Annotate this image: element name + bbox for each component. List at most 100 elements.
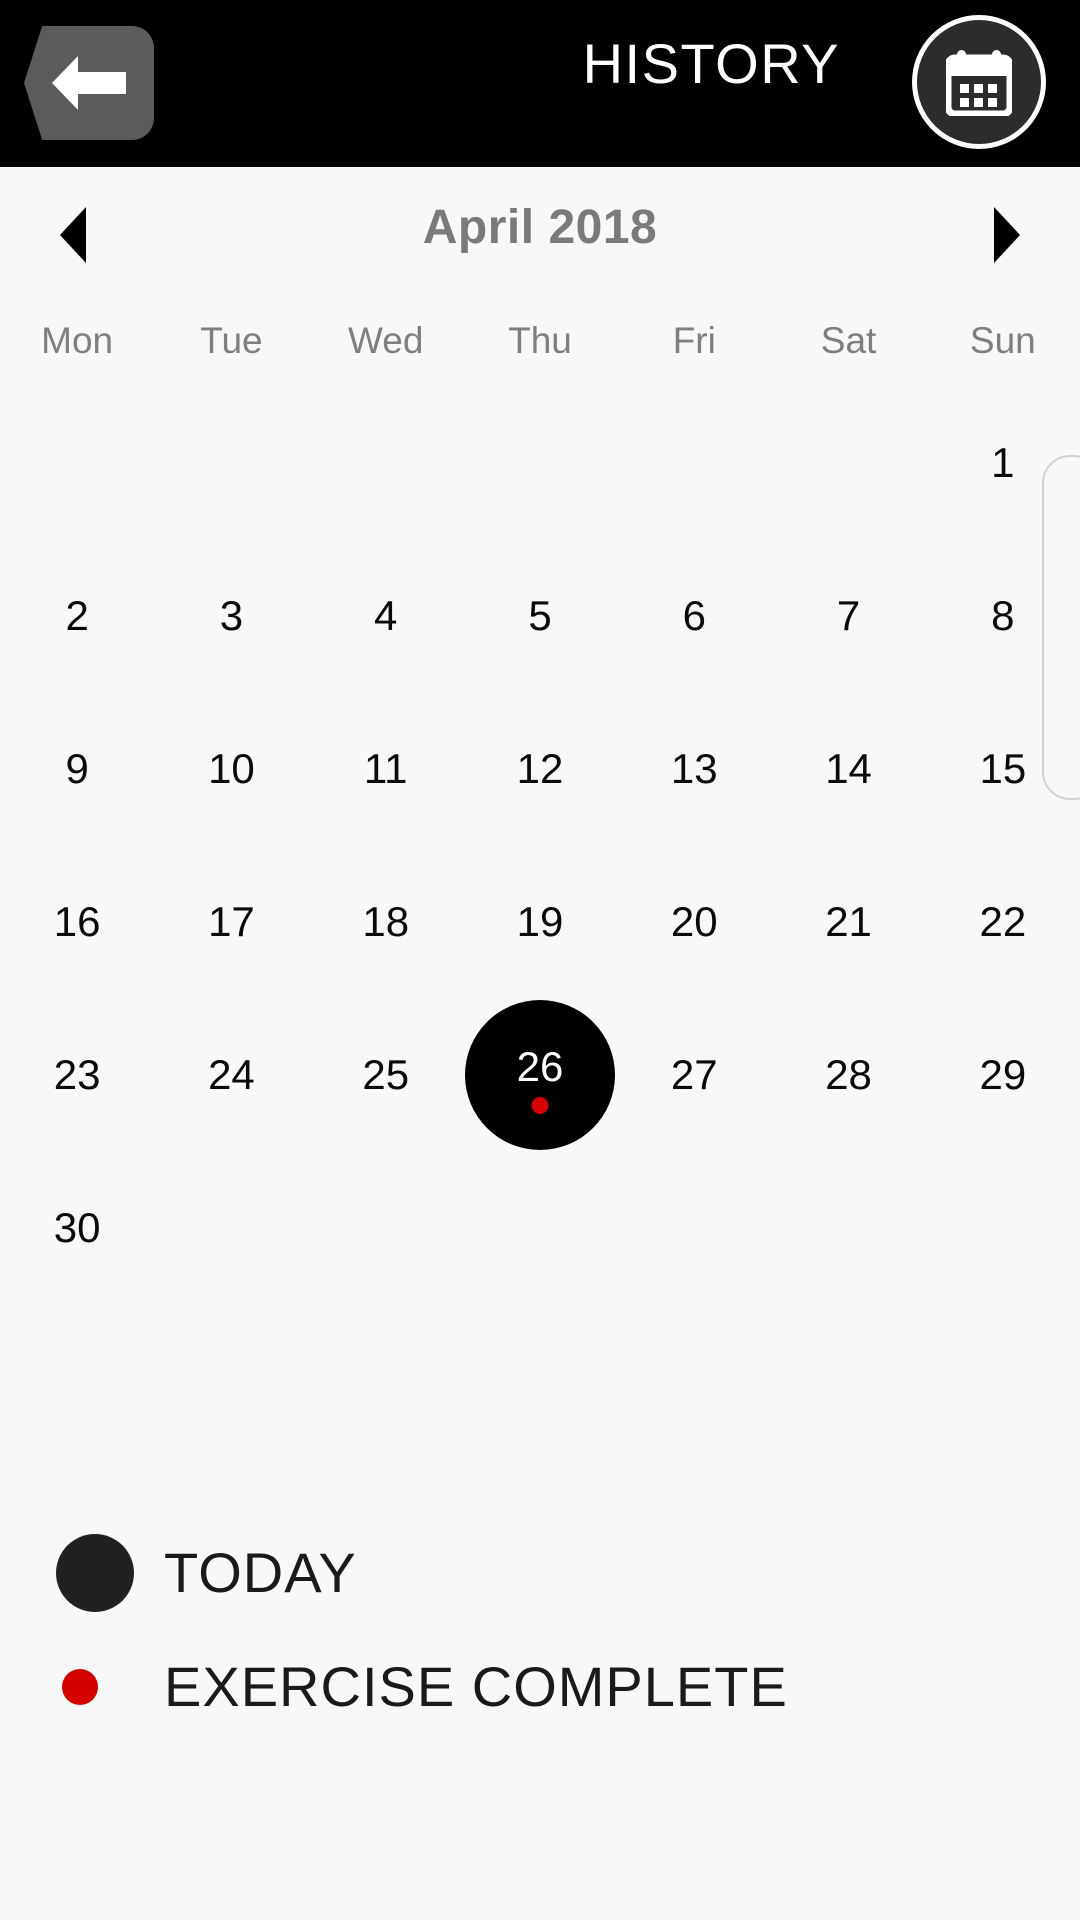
- weekday-label: Fri: [672, 320, 716, 361]
- day-number: 2: [65, 591, 89, 639]
- calendar-day[interactable]: 28: [771, 998, 925, 1151]
- calendar-week-row: 23 24 25 26 27 28 29: [0, 998, 1080, 1151]
- calendar-day[interactable]: 6: [617, 539, 771, 692]
- legend-label: TODAY: [164, 1541, 357, 1604]
- calendar-day[interactable]: 11: [309, 692, 463, 845]
- today-dot-icon: [56, 1534, 134, 1612]
- calendar-week-row: 2 3 4 5 6 7 8: [0, 539, 1080, 692]
- app-header: HISTORY: [0, 0, 1080, 167]
- next-month-button[interactable]: [970, 198, 1044, 272]
- day-number: 12: [516, 744, 564, 792]
- legend-item: EXERCISE COMPLETE: [0, 1630, 1080, 1744]
- weekday-label: Mon: [41, 320, 114, 361]
- day-number: 1: [991, 438, 1015, 486]
- day-number: 18: [362, 897, 410, 945]
- calendar-day-empty: [617, 1151, 771, 1304]
- day-number: 23: [53, 1050, 101, 1098]
- calendar-day[interactable]: 5: [463, 539, 617, 692]
- day-number: 19: [516, 897, 564, 945]
- day-number: 14: [825, 744, 872, 792]
- scroll-indicator[interactable]: [1042, 455, 1080, 800]
- day-number: 4: [374, 591, 398, 639]
- calendar-weeks: 1 2 3 4 5 6 7 8 9 10 11 12 13 14 15 16 17 18 19 20 21 22 23 24 2…: [0, 386, 1080, 1304]
- calendar-day-empty: [154, 386, 308, 539]
- calendar-day[interactable]: 18: [309, 845, 463, 998]
- calendar-day[interactable]: 4: [309, 539, 463, 692]
- weekday-label: Tue: [200, 320, 263, 361]
- calendar-week-row: 9 10 11 12 13 14 15: [0, 692, 1080, 845]
- calendar-day-empty: [463, 1151, 617, 1304]
- calendar-day[interactable]: 21: [771, 845, 925, 998]
- day-number: 29: [979, 1050, 1027, 1098]
- day-number: 11: [363, 744, 408, 792]
- chevron-right-icon: [994, 207, 1020, 263]
- calendar-day[interactable]: 13: [617, 692, 771, 845]
- calendar-day[interactable]: 12: [463, 692, 617, 845]
- day-number: 15: [979, 744, 1027, 792]
- day-number: 5: [528, 591, 552, 639]
- calendar-day[interactable]: 19: [463, 845, 617, 998]
- calendar-day-empty: [771, 1151, 925, 1304]
- calendar-day[interactable]: 24: [154, 998, 308, 1151]
- day-number: 7: [836, 591, 861, 639]
- day-number: 24: [208, 1050, 255, 1098]
- day-number: 8: [991, 591, 1015, 639]
- weekday-label: Thu: [508, 320, 572, 361]
- calendar-week-row: 16 17 18 19 20 21 22: [0, 845, 1080, 998]
- day-number: 26: [516, 1042, 564, 1090]
- calendar-day[interactable]: 23: [0, 998, 154, 1151]
- weekday-label: Sun: [969, 320, 1036, 361]
- calendar-day[interactable]: 29: [926, 998, 1080, 1151]
- calendar-week-row: 30: [0, 1151, 1080, 1304]
- calendar-day-empty: [771, 386, 925, 539]
- calendar-week-row: 1: [0, 386, 1080, 539]
- calendar-day[interactable]: 25: [309, 998, 463, 1151]
- calendar-day[interactable]: 7: [771, 539, 925, 692]
- calendar-day-empty: [309, 1151, 463, 1304]
- calendar-day[interactable]: 16: [0, 845, 154, 998]
- legend-label: EXERCISE COMPLETE: [164, 1655, 788, 1718]
- day-number: 21: [825, 897, 872, 945]
- calendar-day-empty: [463, 386, 617, 539]
- exercise-dot-icon: [62, 1669, 98, 1705]
- exercise-complete-dot: [531, 1096, 549, 1114]
- day-number: 13: [670, 744, 718, 792]
- day-number: 27: [670, 1050, 718, 1098]
- legend: TODAY EXERCISE COMPLETE: [0, 1516, 1080, 1744]
- calendar-day[interactable]: 27: [617, 998, 771, 1151]
- back-arrow-icon: [52, 56, 126, 110]
- month-label: April 2018: [422, 201, 658, 254]
- month-navigation: April 2018: [0, 180, 1080, 290]
- calendar-day[interactable]: 17: [154, 845, 308, 998]
- calendar-day[interactable]: 9: [0, 692, 154, 845]
- calendar-day[interactable]: 3: [154, 539, 308, 692]
- day-number: 25: [362, 1050, 410, 1098]
- day-number: 6: [682, 591, 706, 639]
- calendar-day-today[interactable]: 26: [463, 998, 617, 1151]
- day-number: 28: [825, 1050, 872, 1098]
- calendar-day-empty: [617, 386, 771, 539]
- calendar-day[interactable]: 14: [771, 692, 925, 845]
- calendar-day[interactable]: 22: [926, 845, 1080, 998]
- legend-item: TODAY: [0, 1516, 1080, 1630]
- back-button[interactable]: [24, 26, 154, 140]
- weekday-label: Wed: [347, 320, 424, 361]
- calendar-day-empty: [926, 1151, 1080, 1304]
- day-number: 22: [979, 897, 1027, 945]
- page-title: HISTORY: [582, 32, 840, 95]
- calendar-day[interactable]: 30: [0, 1151, 154, 1304]
- calendar-day[interactable]: 10: [154, 692, 308, 845]
- calendar-day[interactable]: 2: [0, 539, 154, 692]
- calendar-day[interactable]: 20: [617, 845, 771, 998]
- day-number: 9: [65, 744, 89, 792]
- calendar-day-empty: [154, 1151, 308, 1304]
- weekday-label: Sat: [820, 320, 877, 361]
- day-number: 10: [208, 744, 255, 792]
- day-number: 17: [208, 897, 255, 945]
- calendar-icon: [946, 50, 1012, 116]
- day-number: 3: [219, 591, 244, 639]
- calendar-button[interactable]: [912, 15, 1046, 149]
- calendar-grid: Mon Tue Wed Thu Fri Sat Sun 1 2 3 4 5 6 7 8 9 10 11 12 13 1…: [0, 296, 1080, 1304]
- day-number: 30: [53, 1203, 101, 1251]
- calendar-day-empty: [0, 386, 154, 539]
